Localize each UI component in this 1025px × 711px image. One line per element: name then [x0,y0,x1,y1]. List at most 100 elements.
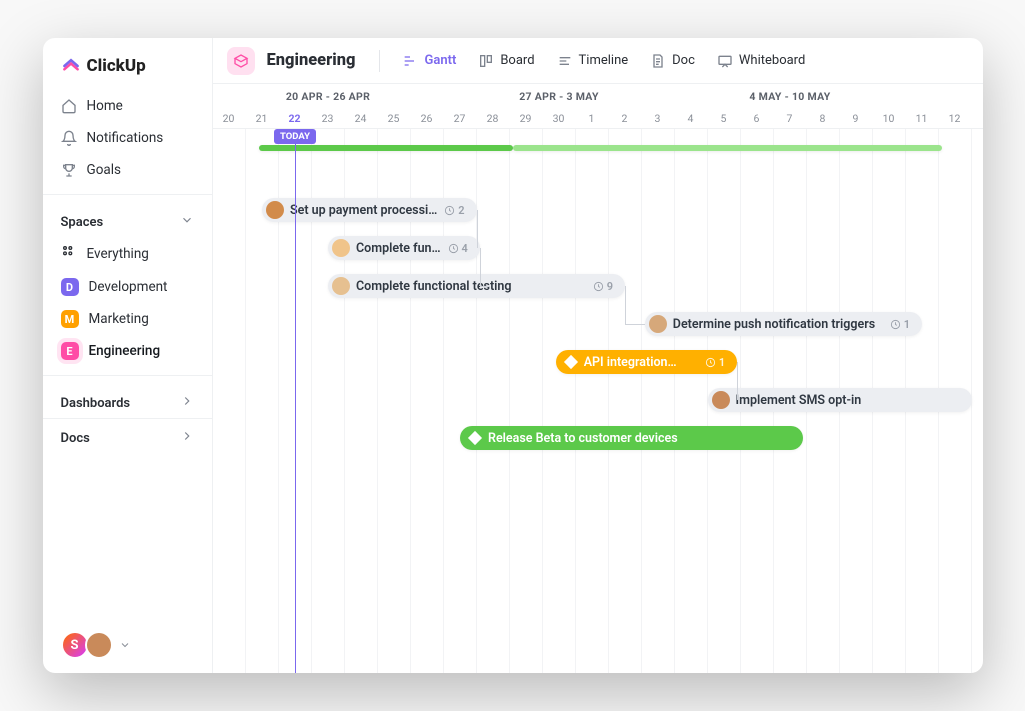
day-label[interactable]: 24 [345,112,378,125]
nav-goals-label: Goals [87,162,122,178]
subtask-count[interactable]: 4 [448,242,468,255]
day-label[interactable]: 7 [774,112,807,125]
day-label[interactable]: 11 [906,112,939,125]
chevron-right-icon [180,429,194,447]
user-avatars[interactable]: S [61,631,131,659]
subtask-icon [705,357,716,368]
day-label[interactable]: 25 [378,112,411,125]
subtask-count[interactable]: 1 [890,318,910,331]
dependency-line [477,210,478,248]
task-bar[interactable]: Implement SMS opt-in [708,388,972,412]
day-label[interactable]: 4 [675,112,708,125]
day-label[interactable]: 9 [840,112,873,125]
board-icon [478,53,494,69]
day-label[interactable]: 29 [510,112,543,125]
task-label: Determine push notification triggers [673,317,875,332]
assignee-avatar[interactable] [266,201,284,219]
day-label[interactable]: 3 [642,112,675,125]
brand-logo[interactable]: ClickUp [43,56,212,90]
task-label: API integration… [584,355,677,370]
day-label[interactable]: 8 [807,112,840,125]
spaces-heading[interactable]: Spaces [43,207,212,237]
assignee-avatar[interactable] [649,315,667,333]
dependency-line [625,286,626,324]
overall-progress-segment[interactable] [259,145,513,151]
space-badge: M [61,310,79,328]
view-tab-doc[interactable]: Doc [642,47,703,75]
box-icon [233,53,249,69]
nav-home[interactable]: Home [43,90,212,122]
space-label: Marketing [89,311,149,327]
nav-notifications[interactable]: Notifications [43,122,212,154]
day-label[interactable]: 12 [939,112,972,125]
dashboards-heading[interactable]: Dashboards [43,388,212,418]
week-label: 27 APR - 3 MAY [444,90,675,103]
task-row: Complete functional testing9 [213,271,983,301]
task-bar[interactable]: Release Beta to customer devices [460,426,803,450]
overall-progress-segment[interactable] [513,145,942,151]
avatar[interactable] [85,631,113,659]
day-label[interactable]: 6 [741,112,774,125]
dependency-line [480,286,490,287]
view-tab-timeline[interactable]: Timeline [549,47,637,75]
space-development[interactable]: D Development [43,271,212,303]
nav-goals[interactable]: Goals [43,154,212,186]
clickup-logo-icon [61,56,81,76]
space-everything[interactable]: Everything [43,237,212,271]
space-engineering[interactable]: E Engineering [43,335,212,367]
chevron-down-icon[interactable] [119,636,131,655]
dependency-line [737,362,738,400]
day-label[interactable]: 23 [312,112,345,125]
subtask-icon [890,319,901,330]
day-label[interactable]: 1 [576,112,609,125]
app-window: ClickUp Home Notifications Goals Spaces [43,38,983,673]
task-bar[interactable]: Determine push notification triggers 1 [645,312,922,336]
task-label: Release Beta to customer devices [488,431,678,446]
dashboards-section: Dashboards [43,375,212,418]
day-label[interactable]: 10 [873,112,906,125]
subtask-icon [444,205,455,216]
view-label: Whiteboard [739,53,805,68]
view-label: Doc [672,53,695,68]
day-label[interactable]: 26 [411,112,444,125]
subtask-count[interactable]: 2 [444,204,464,217]
view-label: Timeline [579,53,629,68]
day-label[interactable]: 27 [444,112,477,125]
day-label[interactable]: 21 [246,112,279,125]
subtask-icon [448,243,459,254]
view-label: Board [500,53,534,68]
view-tab-board[interactable]: Board [470,47,542,75]
task-row: API integration… 1 [213,347,983,377]
day-label[interactable]: 28 [477,112,510,125]
task-row: Set up payment processing2 [213,195,983,225]
day-label[interactable]: 2 [609,112,642,125]
timeline-icon [557,53,573,69]
chevron-right-icon [180,394,194,412]
page-title: Engineering [267,51,356,70]
gantt-chart[interactable]: Set up payment processing2 Complete funct… [213,129,983,673]
assignee-avatar[interactable] [332,277,350,295]
task-bar[interactable]: Complete functio…4 [328,236,480,260]
task-bar[interactable]: API integration… 1 [556,350,738,374]
space-marketing[interactable]: M Marketing [43,303,212,335]
view-tab-gantt[interactable]: Gantt [394,47,464,75]
subtask-count[interactable]: 1 [705,356,725,369]
day-label[interactable]: 30 [543,112,576,125]
trophy-icon [61,162,77,178]
brand-name: ClickUp [87,56,146,76]
space-icon-chip[interactable] [227,47,255,75]
view-label: Gantt [424,53,456,68]
whiteboard-icon [717,53,733,69]
assignee-avatar[interactable] [332,239,350,257]
subtask-icon [593,281,604,292]
day-label[interactable]: 20 [213,112,246,125]
day-label[interactable]: 5 [708,112,741,125]
day-label[interactable]: 22 [279,112,312,125]
view-tab-whiteboard[interactable]: Whiteboard [709,47,813,75]
docs-heading[interactable]: Docs [43,423,212,453]
space-badge: E [61,342,79,360]
task-bar[interactable]: Complete functional testing9 [328,274,625,298]
space-badge: D [61,278,79,296]
assignee-avatar[interactable] [712,391,730,409]
subtask-count[interactable]: 9 [593,280,613,293]
